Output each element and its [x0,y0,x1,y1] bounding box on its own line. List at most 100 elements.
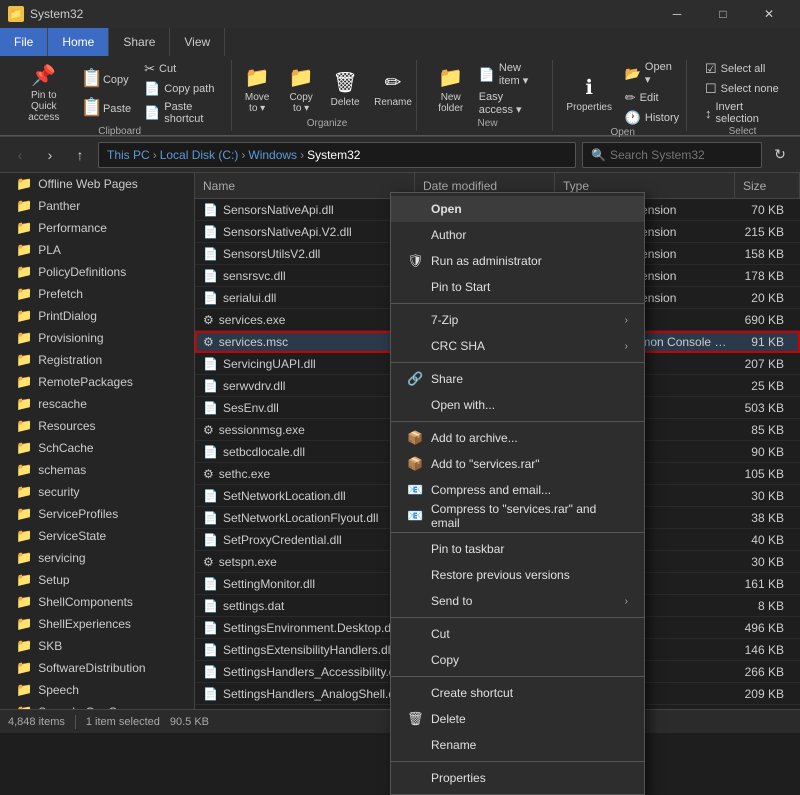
context-menu-item-open-with[interactable]: Open with... [391,392,644,418]
search-box[interactable]: 🔍 [582,142,762,168]
sidebar-item-shellcomponents[interactable]: 📁ShellComponents [0,591,194,613]
sidebar-item-servicestate[interactable]: 📁ServiceState [0,525,194,547]
folder-icon: 📁 [16,330,32,346]
file-name: sensrsvc.dll [223,269,286,283]
context-menu-item-pin-to-start[interactable]: Pin to Start [391,274,644,300]
folder-icon: 📁 [16,418,32,434]
context-menu-item-send-to[interactable]: Send to› [391,588,644,614]
context-menu-item-cut[interactable]: Cut [391,621,644,647]
forward-button[interactable]: › [38,143,62,167]
cut-button[interactable]: ✂ Cut [140,60,223,78]
sidebar-item-resources[interactable]: 📁Resources [0,415,194,437]
tab-file[interactable]: File [0,28,48,56]
sidebar-item-speech_onecore[interactable]: 📁Speech_OneCore [0,701,194,709]
copy-path-button[interactable]: 📄 Copy path [140,80,223,98]
edit-button[interactable]: ✏ Edit [621,89,684,107]
easy-access-button[interactable]: Easy access ▾ [475,90,545,117]
sidebar-item-serviceprofiles[interactable]: 📁ServiceProfiles [0,503,194,525]
ctx-label: Create shortcut [431,686,513,700]
ctx-label: Send to [431,594,472,608]
sidebar-item-printdialog[interactable]: 📁PrintDialog [0,305,194,327]
select-none-button[interactable]: ☐ Select none [701,80,784,98]
back-button[interactable]: ‹ [8,143,32,167]
copy-to-button[interactable]: 📁 Copyto ▾ [281,62,321,117]
refresh-button[interactable]: ↻ [768,143,792,167]
context-menu-item-run-as-administrator[interactable]: 🛡Run as administrator [391,248,644,274]
context-menu-item-restore-previous-versions[interactable]: Restore previous versions [391,562,644,588]
paste-shortcut-button[interactable]: 📄 Paste shortcut [140,100,223,126]
minimize-button[interactable]: ─ [654,0,700,28]
rename-button[interactable]: ✏ Rename [369,67,417,111]
sidebar-item-schcache[interactable]: 📁SchCache [0,437,194,459]
tab-share[interactable]: Share [109,28,170,56]
path-local-disk[interactable]: Local Disk (C:) [160,148,239,162]
file-name-cell: 📄 SetProxyCredential.dll [195,533,415,547]
context-menu-item-share[interactable]: 🔗Share [391,366,644,392]
tab-view[interactable]: View [170,28,225,56]
sidebar-item-remotepackages[interactable]: 📁RemotePackages [0,371,194,393]
select-all-icon: ☑ [705,61,717,77]
ctx-label: Compress to "services.rar" and email [431,502,628,530]
sidebar-item-performance[interactable]: 📁Performance [0,217,194,239]
copy-button[interactable]: 📋 Copy [76,65,137,92]
new-folder-button[interactable]: 📁 Newfolder [431,62,471,117]
properties-button[interactable]: ℹ Properties [562,72,617,116]
delete-button[interactable]: 🗑 Delete [325,67,365,111]
sidebar-item-offline-web-pages[interactable]: 📁Offline Web Pages [0,173,194,195]
context-menu-separator [391,362,644,363]
context-menu-item-properties[interactable]: Properties [391,765,644,791]
context-menu-item-crc-sha[interactable]: CRC SHA› [391,333,644,359]
context-menu-item-copy[interactable]: Copy [391,647,644,673]
path-this-pc[interactable]: This PC [107,148,150,162]
search-input[interactable] [610,148,753,162]
close-button[interactable]: ✕ [746,0,792,28]
sidebar-item-rescache[interactable]: 📁rescache [0,393,194,415]
context-menu-item-compress-and-email[interactable]: 📧Compress and email... [391,477,644,503]
sidebar-item-label: Speech_OneCore [38,705,134,709]
new-item-button[interactable]: 📄 New item ▾ [475,61,545,88]
file-name: SettingsExtensibilityHandlers.dll [223,643,393,657]
context-menu-item-author[interactable]: Author [391,222,644,248]
sidebar-item-skb[interactable]: 📁SKB [0,635,194,657]
sidebar-item-policydefinitions[interactable]: 📁PolicyDefinitions [0,261,194,283]
sidebar-item-provisioning[interactable]: 📁Provisioning [0,327,194,349]
address-path[interactable]: This PC › Local Disk (C:) › Windows › Sy… [98,142,576,168]
sidebar-item-registration[interactable]: 📁Registration [0,349,194,371]
sidebar-item-pla[interactable]: 📁PLA [0,239,194,261]
invert-selection-button[interactable]: ↕ Invert selection [701,100,784,126]
tab-home[interactable]: Home [48,28,109,56]
move-to-button[interactable]: 📁 Moveto ▾ [237,62,277,117]
history-button[interactable]: 🕐 History [621,109,684,127]
context-menu-item-7-zip[interactable]: 7-Zip› [391,307,644,333]
context-menu-item-compress-to-servicesrar-and-email[interactable]: 📧Compress to "services.rar" and email [391,503,644,529]
folder-icon: 📁 [16,396,32,412]
path-windows[interactable]: Windows [248,148,297,162]
context-menu-item-create-shortcut[interactable]: Create shortcut [391,680,644,706]
sidebar-item-schemas[interactable]: 📁schemas [0,459,194,481]
sidebar-item-setup[interactable]: 📁Setup [0,569,194,591]
context-menu-item-rename[interactable]: Rename [391,732,644,758]
paste-button[interactable]: 📋 Paste [76,94,137,121]
context-menu-item-pin-to-taskbar[interactable]: Pin to taskbar [391,536,644,562]
sidebar-item-servicing[interactable]: 📁servicing [0,547,194,569]
sidebar-item-panther[interactable]: 📁Panther [0,195,194,217]
col-header-name[interactable]: Name [195,173,415,198]
maximize-button[interactable]: □ [700,0,746,28]
select-all-button[interactable]: ☑ Select all [701,60,784,78]
sidebar-item-speech[interactable]: 📁Speech [0,679,194,701]
sidebar-item-shellexperiences[interactable]: 📁ShellExperiences [0,613,194,635]
open-button[interactable]: 📂 Open ▾ [621,60,684,87]
sidebar-item-security[interactable]: 📁security [0,481,194,503]
up-button[interactable]: ↑ [68,143,92,167]
col-header-size[interactable]: Size [735,173,800,198]
sidebar-item-prefetch[interactable]: 📁Prefetch [0,283,194,305]
context-menu-item-open[interactable]: Open [391,196,644,222]
context-menu-item-delete[interactable]: 🗑Delete [391,706,644,732]
pin-to-quick-access-button[interactable]: 📌 Pin to Quickaccess [16,60,72,126]
sidebar-item-label: Registration [38,353,102,367]
context-menu-item-add-to-archive[interactable]: 📦Add to archive... [391,425,644,451]
context-menu-item-add-to-servicesrar[interactable]: 📦Add to "services.rar" [391,451,644,477]
sidebar-item-softwaredistribution[interactable]: 📁SoftwareDistribution [0,657,194,679]
clipboard-buttons: 📌 Pin to Quickaccess 📋 Copy 📋 Paste [16,60,223,126]
file-size: 266 KB [735,665,800,679]
